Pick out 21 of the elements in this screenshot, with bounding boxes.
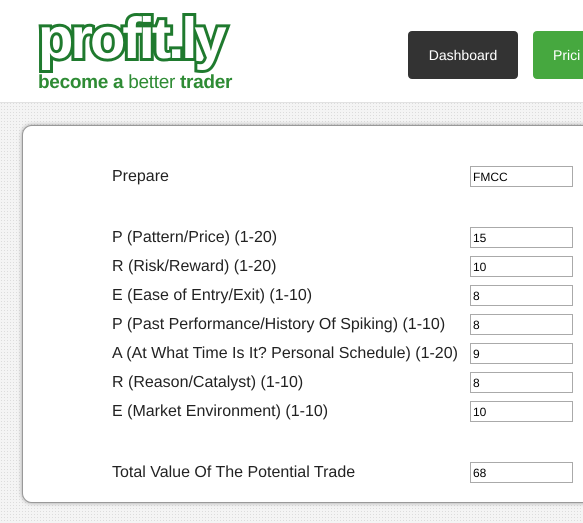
score-field[interactable]: 10 — [470, 401, 573, 422]
field-label: R (Risk/Reward) (1-20) — [112, 258, 278, 276]
field-label: P (Pattern/Price) (1-20) — [112, 228, 278, 246]
score-field[interactable]: 15 — [470, 227, 573, 248]
score-field[interactable]: 9 — [470, 343, 573, 364]
ticker-field[interactable]: FMCC — [470, 166, 573, 187]
total-field[interactable]: 68 — [470, 462, 573, 483]
field-label: Total Value Of The Potential Trade — [112, 464, 356, 482]
field-label: P (Past Performance/History Of Spiking) (1-10) — [112, 316, 446, 334]
score-field[interactable]: 8 — [470, 314, 573, 335]
field-label: Prepare — [112, 168, 170, 186]
nav-button[interactable]: Dashboard — [408, 31, 518, 79]
score-field[interactable]: 8 — [470, 285, 573, 306]
field-label: E (Ease of Entry/Exit) (1-10) — [112, 286, 314, 304]
tagline: become a better trader — [38, 72, 232, 94]
field-label: A (At What Time Is It? Personal Schedule) (1-20) — [112, 344, 459, 362]
field-label: E (Market Environment) (1-10) — [112, 402, 330, 420]
score-field[interactable]: 8 — [470, 372, 573, 393]
logo[interactable]: profit.ly — [34, 6, 232, 72]
score-field[interactable]: 10 — [470, 256, 573, 277]
field-label: R (Reason/Catalyst) (1-10) — [112, 374, 304, 392]
